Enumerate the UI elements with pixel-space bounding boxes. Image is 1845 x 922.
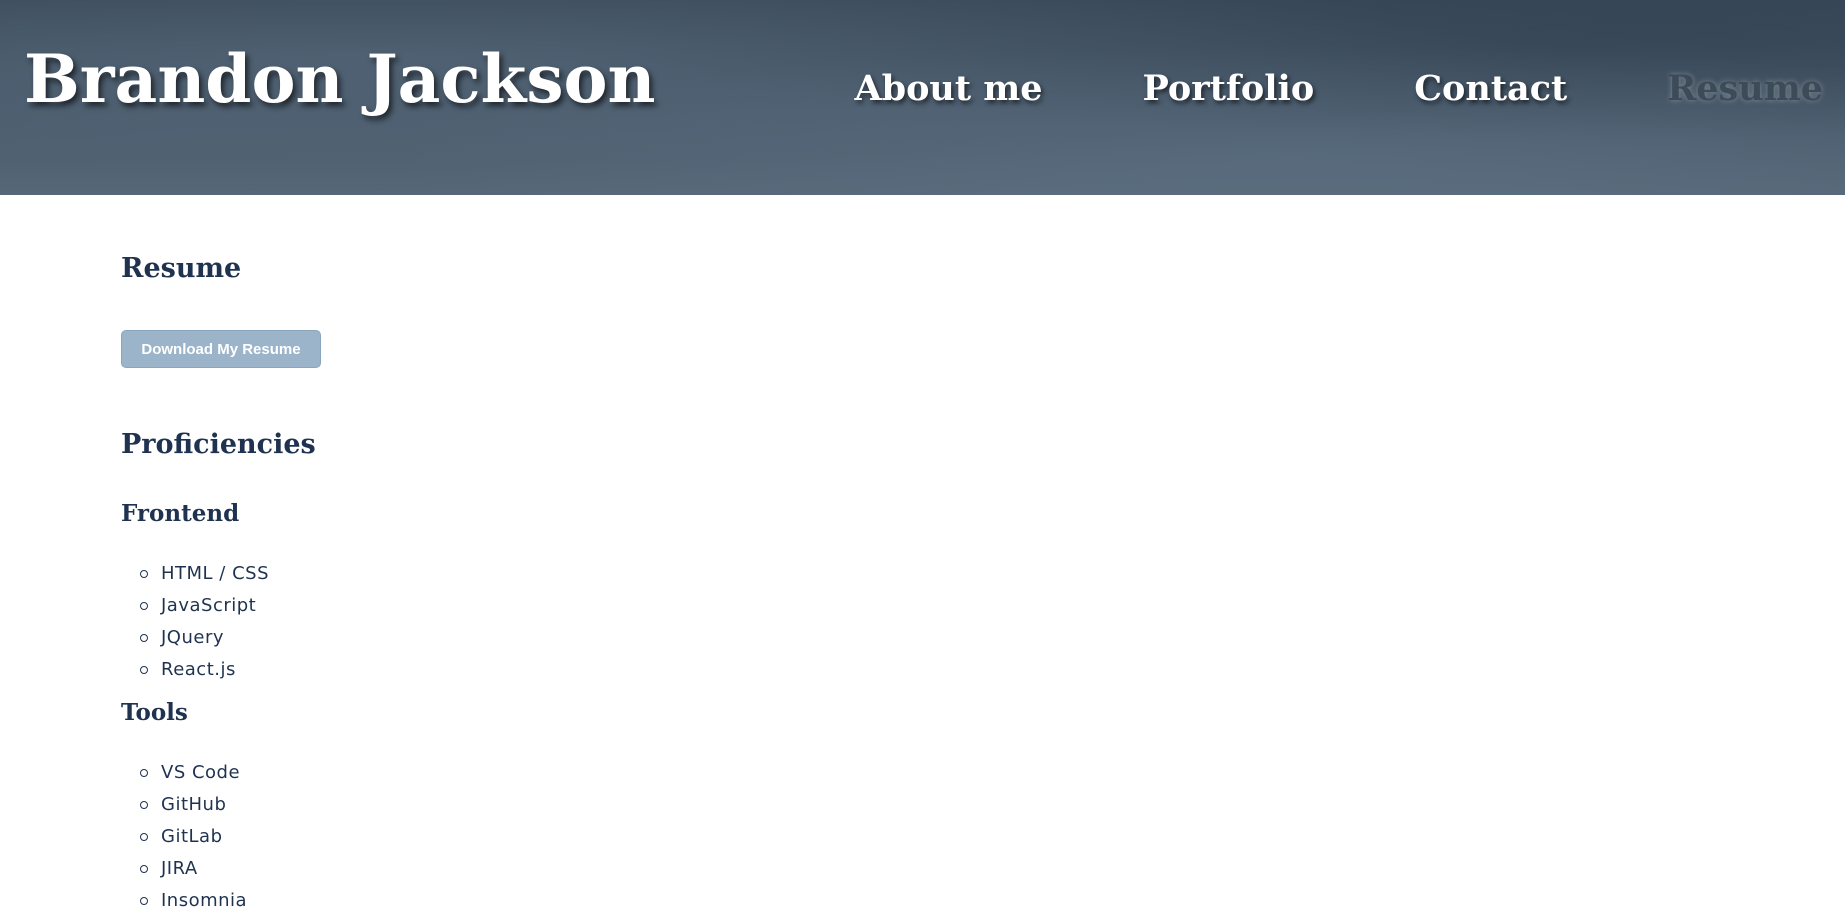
bullet-icon: [140, 666, 148, 674]
main-nav: About me Portfolio Contact Resume: [754, 68, 1823, 109]
list-item: VS Code: [121, 757, 247, 789]
list-item: HTML / CSS: [121, 558, 269, 590]
download-resume-button[interactable]: Download My Resume: [121, 330, 321, 368]
frontend-skill-list: HTML / CSS JavaScript JQuery React.js: [121, 558, 269, 686]
bullet-icon: [140, 865, 148, 873]
main-content: Resume Download My Resume Proficiencies …: [121, 248, 1721, 911]
bullet-icon: [140, 897, 148, 905]
nav-link-contact[interactable]: Contact: [1414, 68, 1567, 109]
bullet-icon: [140, 570, 148, 578]
frontend-heading: Frontend: [121, 500, 240, 527]
list-item: Insomnia: [121, 885, 247, 917]
tools-skill-list: VS Code GitHub GitLab JIRA Insomnia: [121, 757, 247, 917]
site-title[interactable]: Brandon Jackson: [24, 40, 656, 118]
tools-heading: Tools: [121, 699, 188, 726]
bullet-icon: [140, 769, 148, 777]
resume-heading: Resume: [121, 253, 242, 284]
proficiencies-heading: Proficiencies: [121, 429, 316, 460]
list-item: JQuery: [121, 622, 269, 654]
nav-link-about[interactable]: About me: [854, 68, 1042, 109]
bullet-icon: [140, 801, 148, 809]
nav-link-portfolio[interactable]: Portfolio: [1143, 68, 1315, 109]
list-item: GitHub: [121, 789, 247, 821]
site-header: Brandon Jackson About me Portfolio Conta…: [0, 0, 1845, 195]
list-item: JIRA: [121, 853, 247, 885]
bullet-icon: [140, 634, 148, 642]
bullet-icon: [140, 833, 148, 841]
nav-link-resume[interactable]: Resume: [1667, 68, 1823, 109]
list-item: React.js: [121, 654, 269, 686]
list-item: GitLab: [121, 821, 247, 853]
list-item: JavaScript: [121, 590, 269, 622]
bullet-icon: [140, 602, 148, 610]
